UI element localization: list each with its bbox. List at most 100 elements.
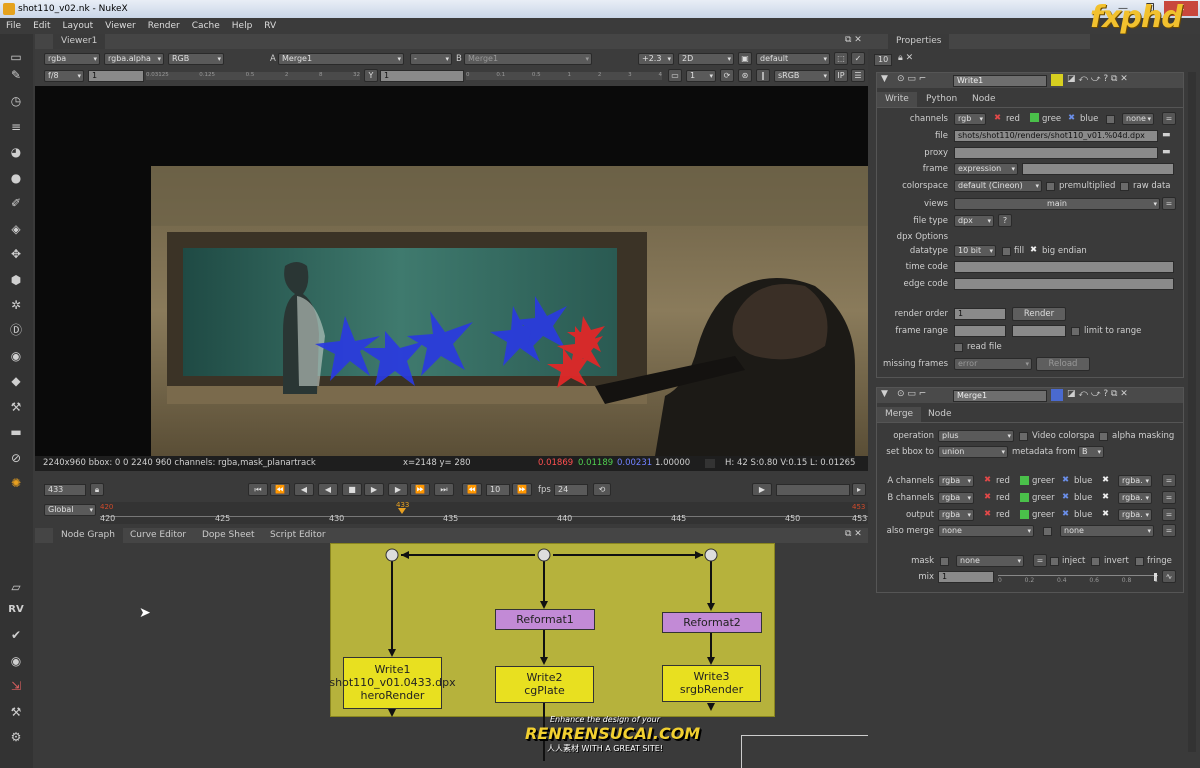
draw-tool-icon[interactable]: ✎: [8, 67, 24, 83]
export-tool-icon[interactable]: ⇲: [8, 678, 24, 694]
playhead-marker[interactable]: 433: [396, 501, 409, 509]
tab-dope-sheet[interactable]: Dope Sheet: [194, 528, 263, 543]
check-tool-icon[interactable]: ✔: [8, 627, 24, 643]
menu-rv[interactable]: RV: [258, 21, 282, 31]
tab-properties[interactable]: Properties: [888, 34, 950, 49]
furnace-tool-icon[interactable]: ▬: [8, 424, 24, 440]
out-green-check-icon[interactable]: [1020, 510, 1029, 519]
image-tool-icon[interactable]: ▭: [8, 49, 24, 65]
node-header-icons[interactable]: ⊙ ▭ ⌐: [897, 74, 926, 84]
b-blue-check-icon[interactable]: ✖: [1062, 492, 1069, 502]
file-browse-icon[interactable]: ▬: [1162, 130, 1171, 140]
channel-tool-icon[interactable]: ≡: [8, 119, 24, 135]
views-select[interactable]: main: [954, 198, 1160, 210]
merge1-name-field[interactable]: Merge1: [953, 390, 1047, 402]
render-order-field[interactable]: 1: [954, 308, 1006, 320]
exposure-field[interactable]: 1: [88, 70, 144, 82]
filter-tool-icon[interactable]: ●: [8, 170, 24, 186]
time-code-field[interactable]: [954, 261, 1174, 273]
menu-cache[interactable]: Cache: [186, 21, 226, 31]
time-tool-icon[interactable]: ◷: [8, 93, 24, 109]
a-alpha-select[interactable]: rgba.: [1118, 475, 1152, 487]
menu-render[interactable]: Render: [142, 21, 186, 31]
colorspace-select[interactable]: default (Cineon): [954, 180, 1042, 192]
navigator-minimap[interactable]: [741, 735, 868, 768]
current-frame-field[interactable]: 433: [44, 484, 86, 496]
b-input-select[interactable]: Merge1: [464, 53, 592, 65]
exposure-slider[interactable]: 0.03125 0.125 0.5 2 8 32: [146, 72, 360, 80]
viewer-display-select[interactable]: RGB: [168, 53, 224, 65]
datatype-select[interactable]: 10 bit: [954, 245, 996, 257]
frame-lock-icon[interactable]: 🔒︎: [90, 483, 104, 496]
lock-icon[interactable]: ▣: [738, 52, 752, 65]
menu-file[interactable]: File: [0, 21, 27, 31]
out-blue-check-icon[interactable]: ✖: [1062, 509, 1069, 519]
viewer-colorspace-select[interactable]: sRGB: [774, 70, 830, 82]
metadata-from-select[interactable]: B: [1078, 446, 1104, 458]
viewer-menu-icon[interactable]: ☰: [851, 69, 865, 82]
proxy-scale-select[interactable]: +2.3: [638, 53, 674, 65]
timeline-ruler[interactable]: 420 433 453 420 425 430 435 440 445 450 …: [100, 501, 868, 524]
render-button[interactable]: Render: [1012, 307, 1066, 321]
menu-edit[interactable]: Edit: [27, 21, 56, 31]
views-tool-icon[interactable]: ◉: [8, 348, 24, 364]
b-alpha-check-icon[interactable]: ✖: [1102, 492, 1109, 502]
timeline-menu-icon[interactable]: ▸: [852, 483, 866, 496]
tab-merge[interactable]: Merge: [877, 407, 922, 422]
properties-lock-icons[interactable]: 🔒︎ ✕: [898, 53, 913, 63]
gamma-slider[interactable]: 0 0.1 0.5 1 2 3 4: [466, 72, 662, 80]
out-red-check-icon[interactable]: ✖: [984, 509, 991, 519]
curve-editor-icon[interactable]: ∿: [1162, 570, 1176, 583]
ofx-tool-icon[interactable]: ⊘: [8, 450, 24, 466]
link-menu-icon[interactable]: =: [1162, 112, 1176, 125]
panel-float-icon[interactable]: ⧉ ✕: [845, 35, 862, 45]
menu-viewer[interactable]: Viewer: [99, 21, 142, 31]
viewer-lut-select[interactable]: default: [756, 53, 830, 65]
metadata-tool-icon[interactable]: ◆: [8, 373, 24, 389]
proxy-path-field[interactable]: [954, 147, 1158, 159]
clip-warning-icon[interactable]: ✓: [851, 52, 865, 65]
a-blue-check-icon[interactable]: ✖: [1062, 475, 1069, 485]
wrench-tool-icon[interactable]: ⚒: [8, 704, 24, 720]
tab-node[interactable]: Node: [964, 92, 1004, 107]
viewer-channels-select[interactable]: rgba: [44, 53, 100, 65]
nuke-logo-icon[interactable]: ✺: [8, 475, 24, 491]
eye-tool-icon[interactable]: ◉: [8, 653, 24, 669]
tab-python[interactable]: Python: [918, 92, 965, 107]
play-forward-button[interactable]: ▶: [364, 483, 384, 496]
frame-range-select[interactable]: Global: [44, 504, 96, 516]
frame-increment-field[interactable]: 10: [486, 484, 510, 496]
write1-name-field[interactable]: Write1: [953, 75, 1047, 87]
link-menu-icon[interactable]: =: [1162, 508, 1176, 521]
file-type-select[interactable]: dpx: [954, 215, 994, 227]
alpha-masking-checkbox[interactable]: [1099, 432, 1108, 441]
collapse-icon[interactable]: ▼: [881, 74, 888, 84]
tab-viewer1[interactable]: Viewer1: [53, 34, 106, 49]
menu-layout[interactable]: Layout: [57, 21, 100, 31]
raw-data-checkbox[interactable]: [1120, 182, 1129, 191]
first-frame-button[interactable]: ⏮: [248, 483, 268, 496]
frame-expression-field[interactable]: [1022, 163, 1174, 175]
collapse-icon[interactable]: ▼: [881, 389, 888, 399]
compare-op-select[interactable]: -: [410, 53, 452, 65]
prev-keyframe-button[interactable]: ⏪: [270, 483, 290, 496]
alpha-checkbox[interactable]: [1106, 115, 1115, 124]
ip-icon[interactable]: IP: [834, 69, 848, 82]
alpha-channel-select[interactable]: none: [1122, 113, 1154, 125]
roi-icon[interactable]: ⬚: [834, 52, 848, 65]
gamma-field[interactable]: 1: [380, 70, 464, 82]
red-check-icon[interactable]: ✖: [994, 113, 1001, 123]
tab-merge-node[interactable]: Node: [920, 407, 960, 422]
deep-tool-icon[interactable]: Ⓓ: [8, 322, 24, 338]
frame-range-end-field[interactable]: [1012, 325, 1066, 337]
next-keyframe-button[interactable]: ⏩: [410, 483, 430, 496]
video-colorspace-checkbox[interactable]: [1019, 432, 1028, 441]
node-tools-icons[interactable]: ◪ ⤺ ⤻ ? ⧉ ✕: [1067, 389, 1128, 399]
a-green-check-icon[interactable]: [1020, 476, 1029, 485]
node-header-icons[interactable]: ⊙ ▭ ⌐: [897, 389, 926, 399]
render-icon[interactable]: ⊛: [738, 69, 752, 82]
merge-tool-icon[interactable]: ◈: [8, 221, 24, 237]
play-backward-button[interactable]: ◀: [318, 483, 338, 496]
write2-node[interactable]: Write2 cgPlate: [495, 666, 594, 703]
frame-mode-select[interactable]: expression: [954, 163, 1018, 175]
